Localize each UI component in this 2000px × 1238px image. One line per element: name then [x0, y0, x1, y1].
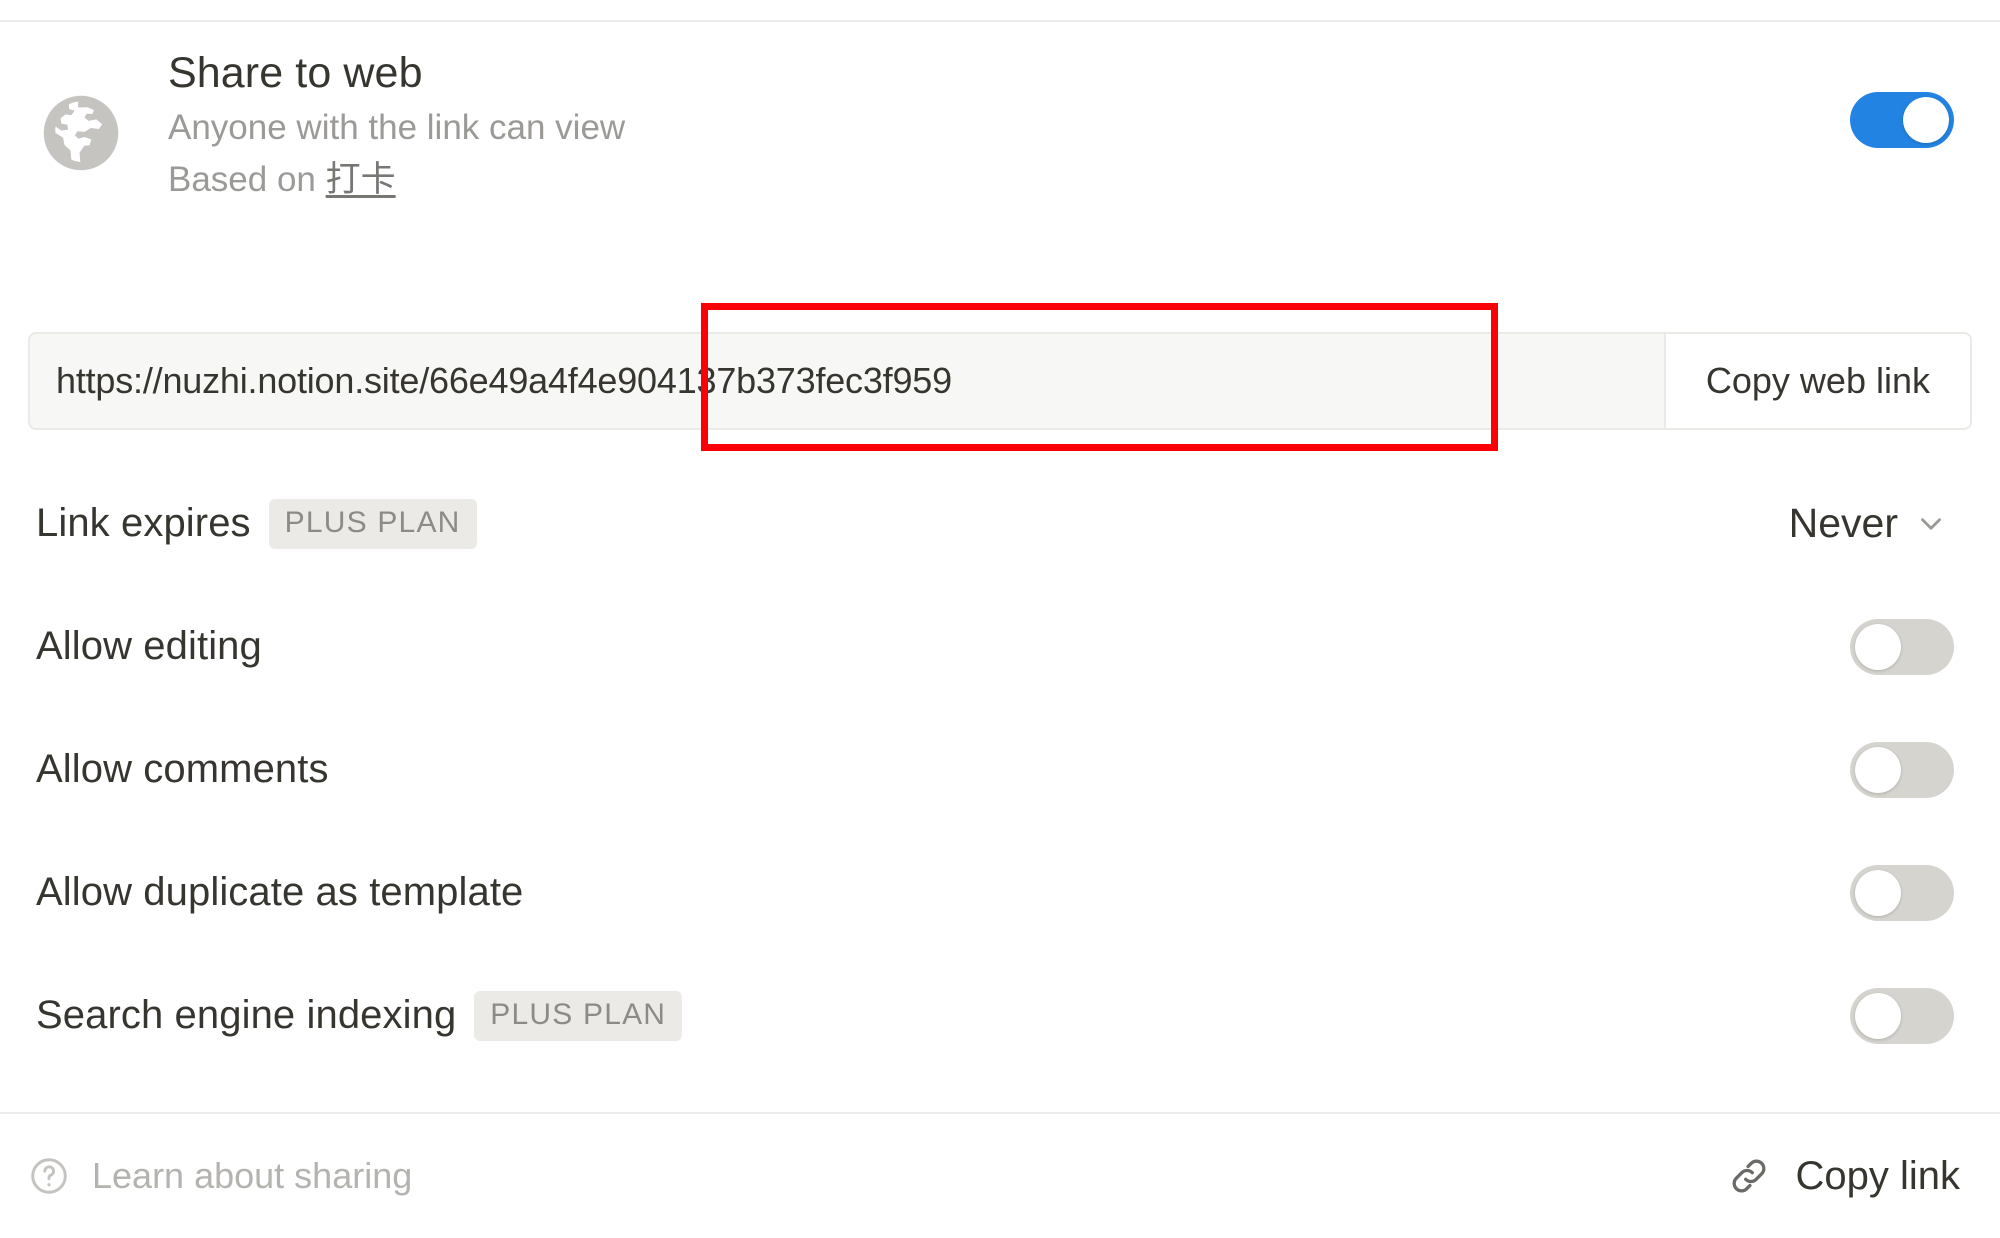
share-subtitle: Anyone with the link can view — [168, 108, 626, 147]
allow-comments-toggle[interactable] — [1850, 741, 1954, 798]
copy-web-link-button[interactable]: Copy web link — [1665, 332, 1972, 430]
web-link-row: https://nuzhi.notion.site/66e49a4f4e9041… — [28, 332, 1972, 430]
learn-about-sharing-link[interactable]: Learn about sharing — [28, 1155, 412, 1197]
based-on-prefix: Based on — [168, 160, 326, 199]
setting-row-allow-duplicate-as-template: Allow duplicate as template — [0, 831, 2000, 954]
share-based-on: Based on 打卡 — [168, 154, 1850, 206]
setting-row-link-expires: Link expires PLUS PLAN Never — [0, 462, 2000, 585]
question-circle-icon — [28, 1155, 70, 1197]
web-link-value: https://nuzhi.notion.site/66e49a4f4e9041… — [56, 360, 952, 401]
share-settings-list: Link expires PLUS PLAN Never Allow editi… — [0, 462, 2000, 1077]
plan-badge-search-engine-indexing: PLUS PLAN — [474, 990, 683, 1041]
setting-row-search-engine-indexing: Search engine indexing PLUS PLAN — [0, 954, 2000, 1077]
based-on-source-link[interactable]: 打卡 — [326, 160, 396, 199]
link-expires-value: Never — [1788, 500, 1898, 546]
share-header-texts: Share to web Anyone with the link can vi… — [124, 40, 1850, 206]
plan-badge-link-expires: PLUS PLAN — [268, 498, 477, 549]
share-to-web-panel: Share to web Anyone with the link can vi… — [0, 0, 2000, 1238]
copy-link-button[interactable]: Copy link — [1727, 1154, 1960, 1199]
allow-duplicate-as-template-toggle[interactable] — [1850, 864, 1954, 921]
setting-row-allow-editing: Allow editing — [0, 585, 2000, 708]
copy-link-label: Copy link — [1795, 1153, 1960, 1198]
share-title: Share to web — [168, 49, 423, 97]
toggle-knob — [1855, 746, 1901, 793]
allow-editing-toggle[interactable] — [1850, 618, 1954, 675]
chevron-down-icon — [1914, 507, 1948, 541]
setting-label-allow-editing: Allow editing — [36, 624, 262, 668]
top-divider — [0, 20, 2000, 22]
share-to-web-toggle[interactable] — [1850, 92, 1954, 148]
setting-label-allow-duplicate-as-template: Allow duplicate as template — [36, 870, 524, 914]
setting-label-search-engine-indexing: Search engine indexing — [36, 993, 457, 1037]
share-header: Share to web Anyone with the link can vi… — [0, 40, 2000, 230]
chain-link-icon — [1727, 1154, 1771, 1198]
toggle-knob — [1855, 869, 1901, 916]
link-expires-select[interactable]: Never — [1789, 500, 1954, 547]
search-engine-indexing-toggle[interactable] — [1850, 987, 1954, 1044]
share-to-web-toggle-wrap — [1850, 92, 1954, 153]
learn-about-sharing-label: Learn about sharing — [92, 1155, 413, 1196]
setting-row-allow-comments: Allow comments — [0, 708, 2000, 831]
web-link-input[interactable]: https://nuzhi.notion.site/66e49a4f4e9041… — [28, 332, 1666, 430]
toggle-knob — [1855, 623, 1901, 670]
toggle-knob — [1903, 97, 1949, 143]
toggle-knob — [1855, 992, 1901, 1039]
setting-label-link-expires: Link expires — [36, 501, 251, 545]
share-footer: Learn about sharing Copy link — [0, 1114, 2000, 1238]
globe-icon — [38, 90, 124, 176]
setting-label-allow-comments: Allow comments — [36, 747, 329, 791]
